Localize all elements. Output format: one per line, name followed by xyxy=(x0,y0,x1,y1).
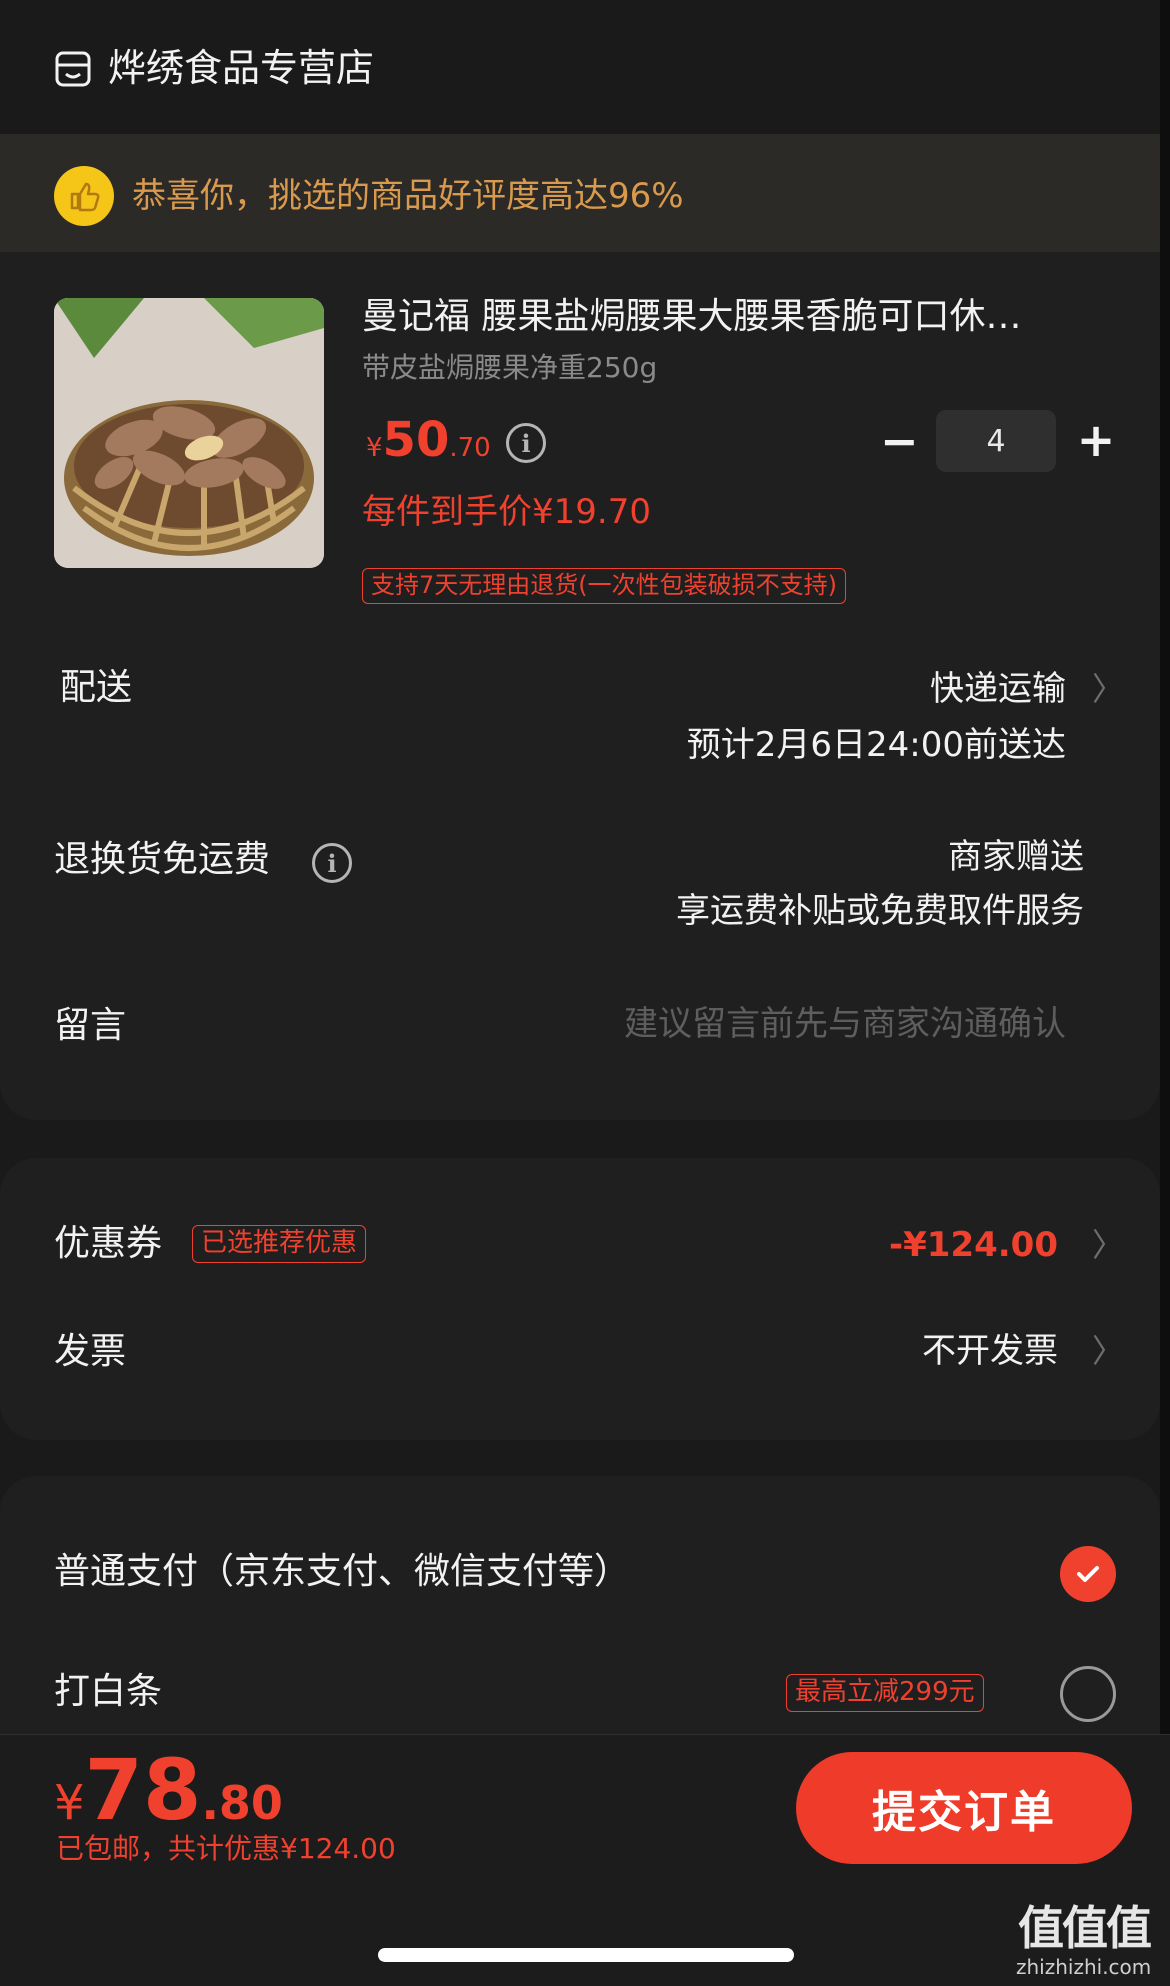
total-decimal: .80 xyxy=(201,1776,283,1830)
shipping-eta: 预计2月6日24:00前送达 xyxy=(686,725,1066,765)
return-shipping-info-icon[interactable]: i xyxy=(312,843,352,883)
store-name[interactable]: 烨绣食品专营店 xyxy=(108,40,374,96)
quantity-decrease-button[interactable]: − xyxy=(880,416,919,466)
quantity-input[interactable]: 4 xyxy=(936,410,1056,472)
right-edge xyxy=(1160,0,1170,1740)
quantity-increase-button[interactable]: + xyxy=(1076,414,1116,466)
home-indicator[interactable] xyxy=(378,1948,794,1962)
thumbs-up-icon xyxy=(54,166,114,226)
product-title[interactable]: 曼记福 腰果盐焗腰果大腰果香脆可口休… xyxy=(362,292,1092,342)
checkmark-icon[interactable] xyxy=(1060,1546,1116,1602)
message-input[interactable]: 建议留言前先与商家沟通确认 xyxy=(466,998,1066,1050)
chevron-right-icon[interactable]: 〉 xyxy=(1092,1326,1124,1376)
payment-option-baitiao[interactable]: 打白条 xyxy=(54,1666,162,1718)
store-icon xyxy=(55,51,91,87)
watermark-url: zhizhizhi.com xyxy=(1016,1955,1152,1979)
message-label: 留言 xyxy=(54,1005,127,1046)
shipping-label: 配送 xyxy=(60,667,133,708)
payment-option-normal[interactable]: 普通支付（京东支付、微信支付等） xyxy=(54,1546,630,1598)
product-spec: 带皮盐焗腰果净重250g xyxy=(362,351,658,384)
unit-price: 每件到手价¥19.70 xyxy=(362,492,651,532)
discount-card xyxy=(0,1158,1160,1440)
return-shipping-label: 退换货免运费 xyxy=(54,839,271,880)
praise-banner: 恭喜你，挑选的商品好评度高达96% xyxy=(0,134,1160,252)
return-policy-badge: 支持7天无理由退货(一次性包装破损不支持) xyxy=(362,568,846,604)
chevron-right-icon[interactable]: 〉 xyxy=(1092,1220,1124,1270)
baitiao-promo-badge: 最高立减299元 xyxy=(786,1674,984,1712)
payment-card xyxy=(0,1476,1160,1736)
shipping-method[interactable]: 快递运输 xyxy=(930,664,1066,714)
invoice-label: 发票 xyxy=(54,1331,127,1372)
return-shipping-provider: 商家赠送 xyxy=(948,837,1084,877)
invoice-value[interactable]: 不开发票 xyxy=(922,1326,1058,1376)
watermark: 值值值 xyxy=(1018,1901,1152,1955)
price-decimal: .70 xyxy=(449,433,491,463)
price-integer: 50 xyxy=(382,412,450,468)
coupon-amount[interactable]: -¥124.00 xyxy=(889,1220,1058,1270)
total-integer: 78 xyxy=(84,1741,202,1839)
price-symbol: ¥ xyxy=(366,433,383,463)
return-shipping-desc: 享运费补贴或免费取件服务 xyxy=(676,891,1084,931)
radio-unchecked-icon[interactable] xyxy=(1060,1666,1116,1722)
praise-text: 恭喜你，挑选的商品好评度高达96% xyxy=(132,176,684,216)
product-image[interactable] xyxy=(54,298,324,568)
product-price: ¥50.70 xyxy=(366,410,491,481)
coupon-label: 优惠券 xyxy=(54,1223,163,1264)
submit-order-button[interactable]: 提交订单 xyxy=(796,1752,1132,1864)
chevron-right-icon[interactable]: 〉 xyxy=(1092,664,1124,714)
coupon-badge: 已选推荐优惠 xyxy=(192,1225,367,1263)
total-note: 已包邮，共计优惠¥124.00 xyxy=(56,1832,396,1865)
total-symbol: ¥ xyxy=(54,1775,85,1831)
price-info-icon[interactable]: i xyxy=(506,423,546,463)
